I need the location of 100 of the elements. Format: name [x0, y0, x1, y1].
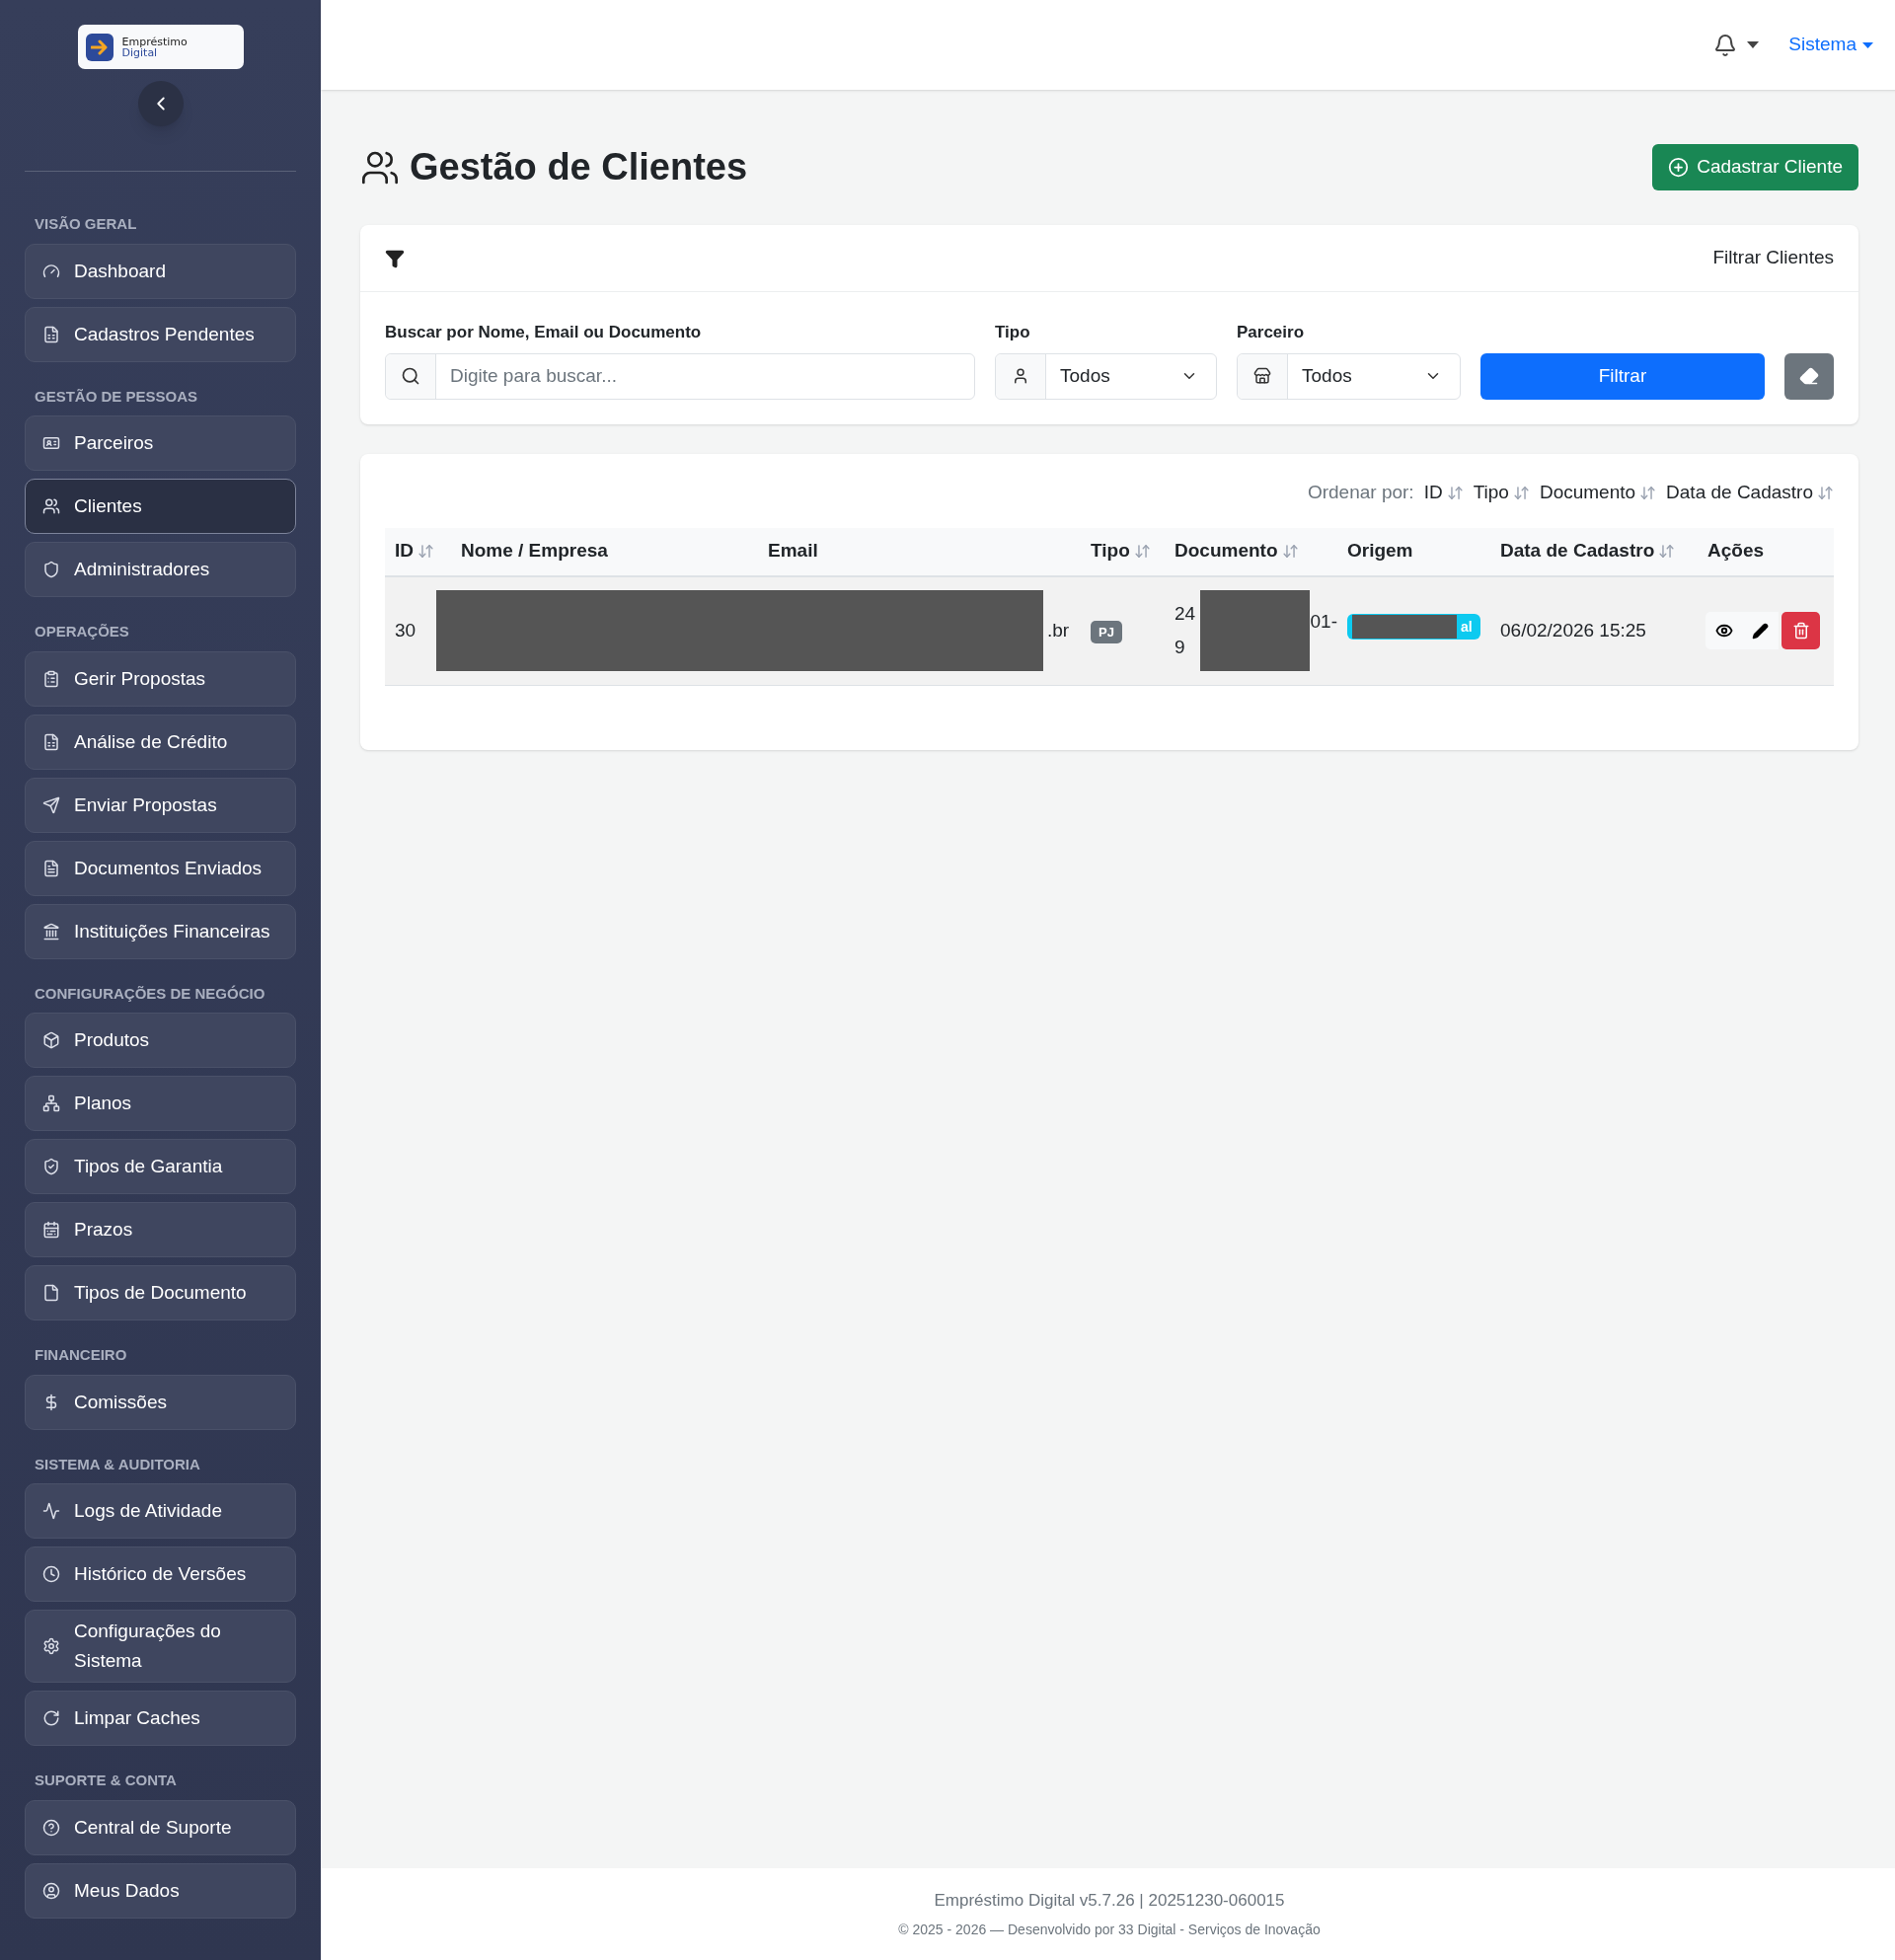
clear-button[interactable]	[1784, 352, 1834, 400]
logo[interactable]: Empréstimo Digital	[77, 25, 244, 69]
user-menu[interactable]: Sistema	[1788, 31, 1873, 59]
section-heading: SISTEMA & AUDITORIA	[34, 1454, 201, 1474]
nav-item[interactable]: Planos	[25, 1076, 296, 1131]
document-chart-icon	[42, 732, 60, 751]
table-cell-text: 30	[394, 618, 417, 642]
clipboard-icon	[42, 669, 60, 688]
shield-icon	[42, 561, 60, 578]
nav-item[interactable]: Meus Dados	[25, 1862, 296, 1919]
nav-item[interactable]: Produtos	[25, 1013, 296, 1068]
sort-icon	[1133, 543, 1151, 560]
section-heading: SUPORTE & CONTA	[34, 1771, 178, 1790]
id-card-icon	[42, 434, 60, 452]
nav-item[interactable]: Instituições Financeiras	[25, 903, 296, 959]
nav-item[interactable]: Tipos de Garantia	[25, 1139, 296, 1194]
column-header: Nome / Empresa	[460, 539, 609, 564]
nav-item[interactable]: Configurações do Sistema	[25, 1610, 296, 1683]
filter-title: Filtrar Clientes	[1712, 246, 1834, 270]
type-badge: PJ	[1091, 620, 1122, 644]
nav-item[interactable]: Limpar Caches	[25, 1691, 296, 1746]
nav-item[interactable]: Histórico de Versões	[25, 1546, 296, 1602]
gauge-icon	[42, 262, 60, 280]
nav-item[interactable]: Dashboard	[25, 243, 296, 299]
sort-label: Ordenar por:	[1307, 481, 1414, 505]
search-icon	[401, 366, 420, 386]
nav-item[interactable]: Gerir Propostas	[25, 650, 296, 707]
table-cell-text: 24	[1175, 601, 1197, 626]
create-client-button[interactable]: Cadastrar Cliente	[1652, 144, 1858, 190]
notifications-button[interactable]	[1713, 33, 1760, 57]
paper-plane-icon	[42, 795, 60, 814]
section-heading: CONFIGURAÇÕES DE NEGÓCIO	[34, 983, 266, 1004]
shield-check-icon	[42, 1158, 60, 1175]
nav-item[interactable]: Central de Suporte	[25, 1799, 296, 1855]
settings-icon	[42, 1637, 60, 1655]
sort-icon	[1658, 543, 1676, 560]
logo-subtext: Digital	[121, 46, 158, 58]
nav-item[interactable]: Análise de Crédito	[25, 714, 296, 770]
sort-icon	[417, 543, 434, 560]
table-cell-text: 01-	[1310, 610, 1337, 634]
edit-button[interactable]	[1742, 612, 1779, 649]
filter-button[interactable]: Filtrar	[1480, 352, 1765, 400]
column-header[interactable]: Tipo	[1081, 537, 1165, 565]
view-button[interactable]	[1706, 612, 1742, 649]
field-label: Parceiro	[1237, 322, 1306, 343]
pulse-icon	[42, 1502, 60, 1520]
field-label: Tipo	[995, 322, 1031, 343]
section-heading: VISÃO GERAL	[34, 214, 138, 234]
section-heading: GESTÃO DE PESSOAS	[34, 386, 199, 407]
column-header[interactable]: Documento	[1165, 537, 1337, 565]
caret-icon	[1747, 41, 1760, 48]
plus-circle-icon	[1668, 157, 1690, 178]
select-field[interactable]: Todos	[995, 352, 1217, 400]
sort-option[interactable]: Data de Cadastro	[1666, 479, 1834, 507]
sort-icon	[1817, 485, 1834, 501]
section-heading: OPERAÇÕES	[34, 622, 130, 641]
pencil-icon	[1752, 622, 1769, 640]
sort-option[interactable]: Documento	[1539, 479, 1657, 507]
select-field[interactable]: Todos	[1237, 352, 1461, 400]
person-icon	[1012, 367, 1029, 385]
section-heading: FINANCEIRO	[34, 1345, 128, 1365]
table-cell-text: .br	[1047, 618, 1070, 642]
nav-item[interactable]: Documentos Enviados	[25, 840, 296, 896]
nav-item[interactable]: Logs de Atividade	[25, 1483, 296, 1539]
column-header: Origem	[1346, 539, 1414, 564]
user-circle-icon	[42, 1881, 60, 1900]
document-chart-icon	[42, 325, 60, 343]
filter-icon	[385, 248, 405, 268]
column-header[interactable]: Data de Cadastro	[1490, 537, 1698, 565]
nav-item[interactable]: Tipos de Documento	[25, 1265, 296, 1320]
eye-icon	[1714, 622, 1733, 640]
refresh-icon	[42, 1709, 60, 1727]
sort-icon	[1639, 485, 1657, 501]
footer-version: Empréstimo Digital v5.7.26 | 20251230-060015	[934, 1890, 1285, 1913]
delete-button[interactable]	[1781, 612, 1820, 649]
nav-item[interactable]: Clientes	[25, 479, 296, 534]
footer-copyright: © 2025 - 2026 — Desenvolvido por 33 Digital - Serviços de Inovação	[898, 1920, 1321, 1939]
sort-option[interactable]: Tipo	[1473, 479, 1530, 507]
eraser-icon	[1799, 366, 1819, 386]
sort-icon	[1446, 485, 1464, 501]
clock-icon	[42, 1565, 60, 1583]
nav-item[interactable]: Enviar Propostas	[25, 777, 296, 833]
table-cell-text: 9	[1175, 636, 1186, 659]
users-icon	[42, 497, 60, 515]
origin-badge: al	[1347, 614, 1480, 641]
sort-option[interactable]: ID	[1423, 479, 1464, 507]
trash-icon	[1791, 622, 1810, 640]
bell-icon	[1713, 33, 1738, 57]
box-icon	[42, 1031, 60, 1049]
column-header[interactable]: ID	[385, 537, 451, 565]
nav-item[interactable]: Prazos	[25, 1202, 296, 1257]
sort-icon	[1512, 485, 1530, 501]
nav-item[interactable]: Comissões	[25, 1374, 296, 1430]
field-label: Buscar por Nome, Email ou Documento	[385, 322, 703, 343]
page-title: Gestão de Clientes	[410, 145, 748, 189]
caret-icon	[1862, 41, 1873, 48]
nav-item[interactable]: Cadastros Pendentes	[25, 306, 296, 362]
nav-item[interactable]: Parceiros	[25, 415, 296, 471]
nav-item[interactable]: Administradores	[25, 542, 296, 597]
sort-icon	[1281, 543, 1299, 560]
